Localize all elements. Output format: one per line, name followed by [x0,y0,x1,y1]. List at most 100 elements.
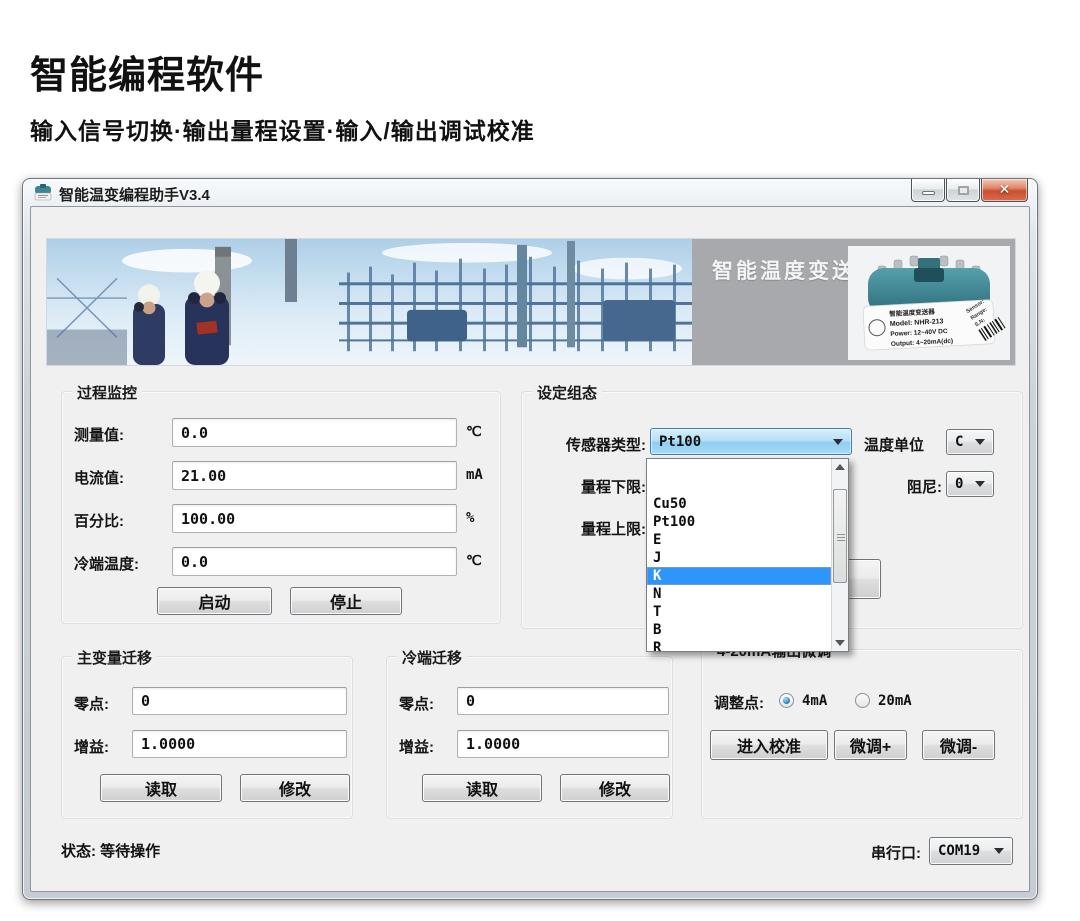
cj-modify-button[interactable]: 修改 [560,774,670,802]
output-trim-group: 4-20mA输出微调 调整点: 4mA 20mA 进入校准 微调+ 微调- [701,649,1023,819]
damping-label: 阻尼: [880,476,942,497]
scroll-up-button[interactable] [832,459,848,475]
chevron-down-icon [835,640,845,646]
process-monitor-group: 过程监控 测量值: ℃ 电流值: mA 百分比: % 冷端温度: ℃ 启动 停止 [61,391,501,624]
cj-read-button[interactable]: 读取 [422,774,542,802]
serial-port-combobox[interactable]: COM19 [929,837,1013,865]
cold-junction-shift-group: 冷端迁移 零点: 增益: 读取 修改 [386,656,673,819]
dropdown-item[interactable] [647,477,831,495]
cold-junction-temp-label: 冷端温度: [74,553,139,574]
zero-label: 零点: [399,693,434,714]
group-title: 冷端迁移 [397,647,467,668]
radio-20ma[interactable] [855,693,870,708]
cj-zero-input[interactable] [457,687,669,715]
gain-label: 增益: [399,736,434,757]
dropdown-scrollbar[interactable] [831,459,848,651]
serial-port-label: 串行口: [837,842,921,863]
trim-minus-button[interactable]: 微调- [922,730,995,760]
pv-modify-button[interactable]: 修改 [240,774,350,802]
dropdown-item-t[interactable]: T [647,603,831,621]
window-controls: ✕ [910,179,1028,202]
damping-combobox[interactable]: 0 [946,471,994,497]
percent-input[interactable] [172,504,457,533]
measured-value-unit: ℃ [466,424,482,440]
banner-right-panel: 智能温度变送器 [692,239,1015,365]
close-button[interactable]: ✕ [981,179,1028,202]
dropdown-item-pt100[interactable]: Pt100 [647,513,831,531]
scrollbar-grip [837,534,845,541]
sensor-type-combobox[interactable]: Pt100 [650,428,852,455]
serial-port-value: COM19 [930,843,990,859]
measured-value-input[interactable] [172,418,457,447]
scroll-down-button[interactable] [832,635,848,651]
chevron-down-icon [975,439,985,445]
close-icon: ✕ [982,181,1027,198]
dropdown-item-n[interactable]: N [647,585,831,603]
percent-label: 百分比: [74,510,124,531]
chevron-down-icon [833,439,843,445]
group-title: 过程监控 [72,382,142,403]
dropdown-item-j[interactable]: J [647,549,831,567]
percent-unit: % [466,510,474,526]
page-subtitle: 输入信号切换·输出量程设置·输入/输出调试校准 [30,112,535,146]
current-value-label: 电流值: [74,467,124,488]
temp-unit-value: C [947,434,971,450]
transmitter-product-image: 智能温度变送器 Model: NHR-213 Power: 12~40V DC … [848,246,1010,360]
dropdown-item-r[interactable]: R [647,639,831,651]
banner: 智能温度变送器 [46,238,1016,366]
cj-gain-input[interactable] [457,730,669,758]
radio-20ma-label[interactable]: 20mA [878,693,912,709]
page-title: 智能编程软件 [30,44,264,99]
industrial-plant-photo [47,239,692,365]
app-window: 智能温变编程助手V3.4 ✕ [22,178,1038,900]
temp-unit-combobox[interactable]: C [946,429,994,455]
dropdown-item-b[interactable]: B [647,621,831,639]
sensor-type-dropdown: Cu50 Pt100 E J K N T B R [646,458,849,652]
gain-label: 增益: [74,736,109,757]
dropdown-item-e[interactable]: E [647,531,831,549]
minimize-icon [922,191,935,195]
sensor-type-options: Cu50 Pt100 E J K N T B R [647,459,831,651]
chevron-up-icon [835,464,845,470]
cold-junction-temp-unit: ℃ [466,553,482,569]
zero-label: 零点: [74,693,109,714]
window-title: 智能温变编程助手V3.4 [59,184,210,205]
range-low-label: 量程下限: [528,476,646,497]
adjust-point-label: 调整点: [714,692,764,713]
sensor-type-label: 传感器类型: [528,434,646,455]
pv-gain-input[interactable] [132,730,347,758]
cold-junction-temp-input[interactable] [172,547,457,576]
chevron-down-icon [975,481,985,487]
pv-zero-input[interactable] [132,687,347,715]
start-button[interactable]: 启动 [157,587,272,615]
pv-shift-group: 主变量迁移 零点: 增益: 读取 修改 [61,656,353,819]
stop-button[interactable]: 停止 [290,587,402,615]
temp-unit-label: 温度单位 [864,434,924,455]
status-label: 状态: [61,843,96,860]
trim-plus-button[interactable]: 微调+ [834,730,907,760]
scrollbar-thumb[interactable] [833,489,847,583]
pv-read-button[interactable]: 读取 [100,774,222,802]
group-title: 主变量迁移 [72,647,157,668]
status-text: 状态: 等待操作 [61,840,160,861]
measured-value-label: 测量值: [74,424,124,445]
maximize-icon [958,186,969,195]
dropdown-item-cu50[interactable]: Cu50 [647,495,831,513]
maximize-button[interactable] [946,179,980,202]
minimize-button[interactable] [911,179,945,202]
group-title: 设定组态 [532,382,602,403]
damping-value: 0 [947,476,971,492]
chevron-down-icon [994,848,1004,854]
sensor-type-value: Pt100 [651,434,829,450]
status-value: 等待操作 [100,843,160,860]
enter-calibration-button[interactable]: 进入校准 [710,730,828,760]
radio-4ma[interactable] [779,693,794,708]
window-content: 智能温度变送器 [30,206,1030,892]
dropdown-item[interactable] [647,459,831,477]
transmitter-app-icon [33,183,53,203]
current-value-input[interactable] [172,461,457,490]
radio-4ma-label[interactable]: 4mA [802,693,827,709]
dropdown-item-k-selected[interactable]: K [647,567,831,585]
current-value-unit: mA [466,467,483,483]
title-bar[interactable]: 智能温变编程助手V3.4 ✕ [23,179,1037,206]
